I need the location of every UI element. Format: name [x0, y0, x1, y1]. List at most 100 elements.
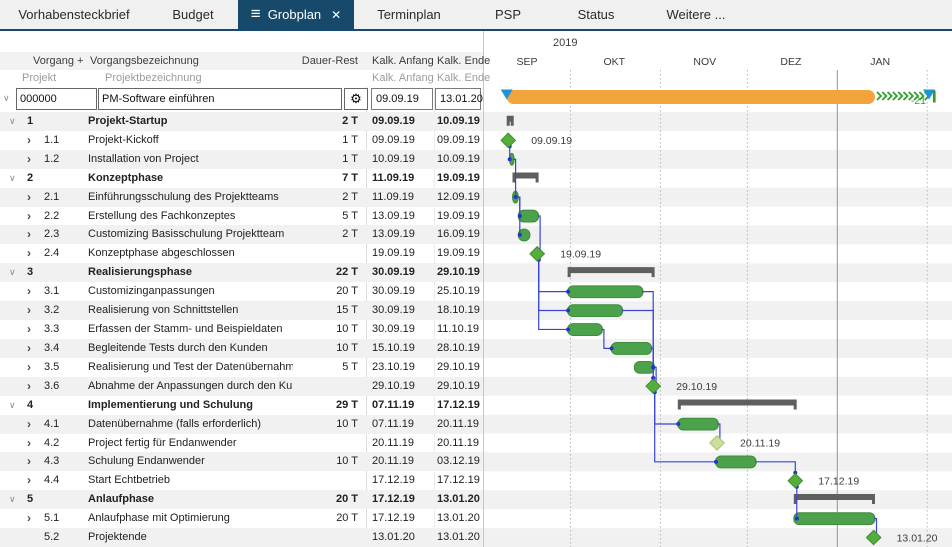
tab-psp[interactable]: PSP — [464, 0, 552, 29]
tab-grobplan[interactable]: ≡Grobplan✕ — [238, 0, 354, 29]
task-row-1.2[interactable]: ›1.2Installation von Project1 T10.09.191… — [0, 150, 483, 169]
project-summary-bar[interactable] — [507, 90, 875, 104]
task-start: 17.12.19 — [372, 490, 415, 509]
expand-icon[interactable]: › — [27, 434, 31, 453]
column-header-duration[interactable]: Dauer-Rest — [290, 52, 358, 70]
gantt-bar-5.1[interactable] — [794, 513, 875, 525]
expand-icon[interactable]: › — [27, 320, 31, 339]
project-settings-button[interactable]: ⚙ — [344, 88, 368, 110]
gantt-milestone-4.2[interactable] — [710, 436, 724, 450]
task-row-2.2[interactable]: ›2.2Erstellung des Fachkonzeptes5 T13.09… — [0, 207, 483, 226]
task-name: Project fertig für Endanwender — [88, 434, 237, 453]
task-row-4.3[interactable]: ›4.3Schulung Endanwender10 T20.11.1903.1… — [0, 452, 483, 471]
task-row-3.6[interactable]: ›3.6Abnahme der Anpassungen durch den Ku… — [0, 377, 483, 396]
project-id-input[interactable] — [16, 88, 97, 110]
expand-icon[interactable]: › — [27, 301, 31, 320]
task-row-2.4[interactable]: ›2.4Konzeptphase abgeschlossen19.09.1919… — [0, 244, 483, 263]
task-row-2.1[interactable]: ›2.1Einführungsschulung des Projektteams… — [0, 188, 483, 207]
gantt-bar-3.4[interactable] — [611, 343, 652, 355]
task-row-3.5[interactable]: ›3.5Realisierung und Test der Datenübern… — [0, 358, 483, 377]
column-header-end[interactable]: Kalk. Ende — [437, 52, 490, 70]
task-id: 2.1 — [44, 188, 59, 207]
project-collapse-icon[interactable]: ∨ — [3, 93, 10, 104]
expand-icon[interactable]: › — [27, 452, 31, 471]
expand-icon[interactable]: › — [27, 471, 31, 490]
tab-status[interactable]: Status — [552, 0, 640, 29]
task-row-5.2[interactable]: 5.2Projektende13.01.2013.01.20 — [0, 528, 483, 547]
expand-icon[interactable]: › — [27, 377, 31, 396]
task-name: Realisierungsphase — [88, 263, 192, 282]
gantt-bar-3.3[interactable] — [568, 324, 603, 336]
expand-icon[interactable]: › — [27, 207, 31, 226]
tab-weitere-[interactable]: Weitere ... — [640, 0, 752, 29]
expand-icon[interactable]: › — [27, 339, 31, 358]
project-end-field[interactable]: 13.01.20 — [435, 88, 481, 110]
expand-icon[interactable]: › — [27, 188, 31, 207]
task-end: 29.10.19 — [437, 263, 480, 282]
milestone-date-label: 09.09.19 — [531, 135, 572, 147]
task-row-5[interactable]: ∨5Anlaufphase20 T17.12.1913.01.20 — [0, 490, 483, 509]
close-icon[interactable]: ✕ — [331, 8, 341, 22]
column-header-start[interactable]: Kalk. Anfang — [372, 52, 434, 70]
task-duration: 2 T — [290, 188, 358, 207]
task-row-4.1[interactable]: ›4.1Datenübernahme (falls erforderlich)1… — [0, 415, 483, 434]
task-row-4.4[interactable]: ›4.4Start Echtbetrieb17.12.1917.12.19 — [0, 471, 483, 490]
project-start-field[interactable]: 09.09.19 — [371, 88, 433, 110]
pane-splitter[interactable] — [483, 31, 484, 547]
column-header-name[interactable]: Vorgangsbezeichnung — [90, 52, 199, 70]
expand-icon[interactable]: › — [27, 225, 31, 244]
tab-vorhabensteckbrief[interactable]: Vorhabensteckbrief — [0, 0, 148, 29]
task-duration: 10 T — [290, 339, 358, 358]
gantt-milestone-1.1[interactable] — [501, 133, 515, 147]
task-row-5.1[interactable]: ›5.1Anlaufphase mit Optimierung20 T17.12… — [0, 509, 483, 528]
task-row-1.1[interactable]: ›1.1Projekt-Kickoff1 T09.09.1909.09.19 — [0, 131, 483, 150]
expand-icon[interactable]: › — [27, 509, 31, 528]
gantt-bar-4.3[interactable] — [716, 456, 757, 468]
task-row-3.2[interactable]: ›3.2Realisierung von Schnittstellen15 T3… — [0, 301, 483, 320]
task-row-3[interactable]: ∨3Realisierungsphase22 T30.09.1929.10.19 — [0, 263, 483, 282]
collapse-icon[interactable]: ∨ — [9, 396, 16, 415]
task-duration: 2 T — [290, 112, 358, 131]
expand-icon[interactable]: › — [27, 415, 31, 434]
task-end: 12.09.19 — [437, 188, 480, 207]
expand-icon[interactable]: › — [27, 244, 31, 263]
gantt-summary-bar-2[interactable] — [513, 173, 539, 183]
expand-icon[interactable]: › — [27, 131, 31, 150]
gantt-bar-3.2[interactable] — [568, 305, 623, 317]
task-row-2.3[interactable]: ›2.3Customizing Basisschulung Projekttea… — [0, 225, 483, 244]
task-duration: 20 T — [290, 282, 358, 301]
collapse-icon[interactable]: ∨ — [9, 490, 16, 509]
gantt-milestone-2.4[interactable] — [530, 247, 544, 261]
collapse-icon[interactable]: ∨ — [9, 263, 16, 282]
task-duration: 10 T — [290, 452, 358, 471]
tab-terminplan[interactable]: Terminplan — [354, 0, 464, 29]
expand-icon[interactable]: › — [27, 150, 31, 169]
task-id: 2 — [27, 169, 33, 188]
task-row-1[interactable]: ∨1Projekt-Startup2 T09.09.1910.09.19 — [0, 112, 483, 131]
task-start: 10.09.19 — [372, 150, 415, 169]
task-end: 18.10.19 — [437, 301, 480, 320]
column-header-task[interactable]: Vorgang + — [33, 52, 83, 70]
collapse-icon[interactable]: ∨ — [9, 112, 16, 131]
task-row-4[interactable]: ∨4Implementierung und Schulung29 T07.11.… — [0, 396, 483, 415]
task-name: Implementierung und Schulung — [88, 396, 253, 415]
tab-budget[interactable]: Budget — [148, 0, 238, 29]
project-name-input[interactable] — [98, 88, 342, 110]
task-end: 19.09.19 — [437, 169, 480, 188]
gantt-summary-bar-4[interactable] — [678, 399, 797, 409]
collapse-icon[interactable]: ∨ — [9, 169, 16, 188]
timeline-month-label: NOV — [693, 56, 716, 68]
expand-icon[interactable]: › — [27, 358, 31, 377]
task-duration: 10 T — [290, 415, 358, 434]
task-row-3.1[interactable]: ›3.1Customizinganpassungen20 T30.09.1925… — [0, 282, 483, 301]
task-row-3.3[interactable]: ›3.3Erfassen der Stamm- und Beispieldate… — [0, 320, 483, 339]
task-row-3.4[interactable]: ›3.4Begleitende Tests durch den Kunden10… — [0, 339, 483, 358]
gantt-milestone-4.4[interactable] — [788, 474, 802, 488]
task-row-4.2[interactable]: ›4.2Project fertig für Endanwender20.11.… — [0, 434, 483, 453]
expand-icon[interactable]: › — [27, 282, 31, 301]
tab-label: Weitere ... — [666, 7, 725, 22]
gantt-bar-4.1[interactable] — [678, 418, 719, 430]
timeline-year-label: 2019 — [553, 37, 577, 49]
task-row-2[interactable]: ∨2Konzeptphase7 T11.09.1919.09.19 — [0, 169, 483, 188]
gantt-bar-3.1[interactable] — [568, 286, 643, 298]
